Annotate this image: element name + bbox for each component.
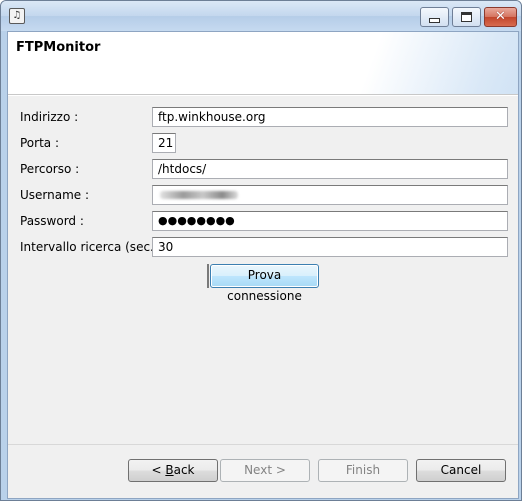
- address-field[interactable]: ftp.winkhouse.org: [152, 107, 508, 127]
- username-label: Username :: [20, 188, 90, 202]
- maximize-icon: [461, 12, 472, 22]
- path-field[interactable]: /htdocs/: [152, 159, 508, 179]
- interval-field[interactable]: 30: [152, 237, 508, 257]
- back-prefix: <: [151, 463, 166, 477]
- test-connection-button[interactable]: Prova connessione: [207, 264, 319, 303]
- interval-label: Intervallo ricerca (sec.) :: [20, 240, 167, 254]
- password-field[interactable]: ●●●●●●●●: [152, 211, 508, 231]
- wizard-header: FTPMonitor: [8, 32, 518, 95]
- path-label: Percorso :: [20, 162, 80, 176]
- next-button[interactable]: Next >: [220, 459, 310, 482]
- finish-button[interactable]: Finish: [318, 459, 408, 482]
- title-bar: ♫ ✕: [1, 1, 521, 31]
- footer-divider: [8, 444, 518, 445]
- username-field[interactable]: [152, 185, 508, 205]
- app-icon[interactable]: ♫: [9, 8, 25, 24]
- back-button[interactable]: < Back: [128, 459, 218, 482]
- back-mnemonic: B: [165, 463, 174, 477]
- header-divider: [8, 95, 518, 96]
- wizard-client-area: FTPMonitor Indirizzo : ftp.winkhouse.org…: [7, 31, 519, 499]
- minimize-button[interactable]: [420, 7, 449, 27]
- port-field[interactable]: 21: [152, 133, 176, 153]
- port-label: Porta :: [20, 136, 59, 150]
- close-icon: ✕: [495, 9, 506, 24]
- wizard-window: ♫ ✕ FTPMonitor Indirizzo : ftp.winkhouse…: [0, 0, 522, 501]
- minimize-icon: [429, 17, 440, 23]
- maximize-button[interactable]: [452, 7, 481, 27]
- back-rest: ack: [173, 463, 195, 477]
- password-label: Password :: [20, 214, 84, 228]
- cancel-button[interactable]: Cancel: [416, 459, 506, 482]
- redacted-username: [160, 191, 238, 199]
- address-label: Indirizzo :: [20, 110, 79, 124]
- page-title: FTPMonitor: [16, 40, 101, 55]
- close-button[interactable]: ✕: [484, 7, 517, 27]
